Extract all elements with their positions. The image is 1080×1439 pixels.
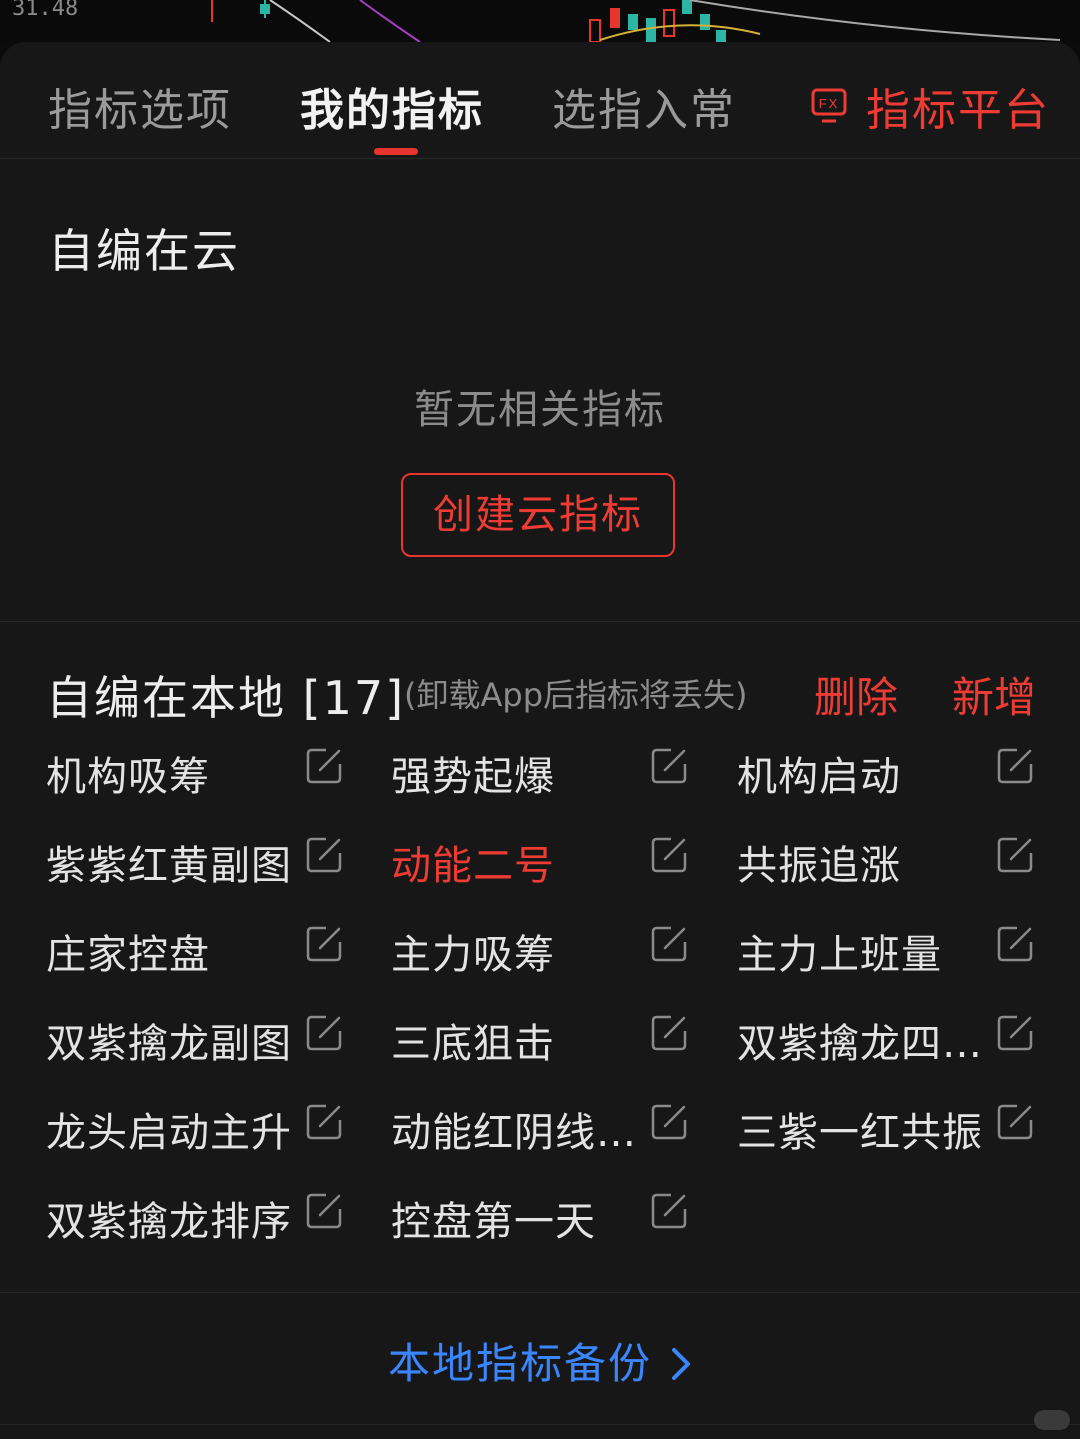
edit-icon[interactable] [995,746,1035,786]
indicator-name: 机构吸筹 [46,754,210,800]
indicator-item[interactable]: 双紫擒龙四… [737,999,1037,1069]
indicator-item[interactable]: 主力吸筹 [391,910,691,980]
indicator-platform-label: 指标平台 [866,85,1050,136]
indicator-item[interactable]: 控盘第一天 [391,1177,691,1247]
indicator-name: 强势起爆 [391,754,555,800]
edit-icon[interactable] [304,835,344,875]
indicator-name: 双紫擒龙四… [737,1021,983,1067]
watermark-badge [1034,1410,1070,1430]
edit-icon[interactable] [649,1191,689,1231]
price-axis-label: 31.48 [12,0,79,21]
edit-icon[interactable] [304,1191,344,1231]
edit-icon[interactable] [995,1102,1035,1142]
indicator-item[interactable]: 动能二号 [391,821,691,891]
indicator-item[interactable]: 动能红阴线… [391,1088,691,1158]
uninstall-warning-note: (卸载App后指标将丢失) [404,676,748,714]
indicator-item[interactable]: 强势起爆 [391,732,691,802]
delete-button[interactable]: 删除 [814,664,898,725]
indicator-item[interactable]: 三底狙击 [391,999,691,1069]
indicator-name: 主力上班量 [737,932,942,978]
indicator-name: 动能红阴线… [391,1110,637,1156]
edit-icon[interactable] [304,1013,344,1053]
indicator-panel: 指标选项 我的指标 选指入常 FX 指标平台 自编在云 暂无相关指标 创建云指标… [0,42,1080,1439]
indicator-name: 共振追涨 [737,843,901,889]
indicator-item[interactable]: 双紫擒龙排序 [46,1177,346,1247]
indicator-name: 三底狙击 [391,1021,555,1067]
edit-icon[interactable] [649,1013,689,1053]
indicator-item[interactable]: 机构吸筹 [46,732,346,802]
local-section-header: 自编在本地 [17] (卸载App后指标将丢失) 删除 新增 [0,662,1080,725]
indicator-name: 双紫擒龙排序 [46,1199,292,1245]
indicator-item[interactable]: 双紫擒龙副图 [46,999,346,1069]
edit-icon[interactable] [649,746,689,786]
indicator-name: 机构启动 [737,754,901,800]
svg-text:FX: FX [819,96,840,111]
indicator-name: 控盘第一天 [391,1199,596,1245]
empty-state-text: 暂无相关指标 [414,387,666,433]
add-button[interactable]: 新增 [952,664,1036,725]
edit-icon[interactable] [995,1013,1035,1053]
local-section-title: 自编在本地 [17] [46,671,406,725]
divider [0,1292,1080,1293]
indicator-item[interactable]: 龙头启动主升 [46,1088,346,1158]
tab-my-indicators[interactable]: 我的指标 [300,74,484,138]
divider [0,1424,1080,1425]
local-indicator-backup-link[interactable]: 本地指标备份 [0,1330,1080,1391]
indicator-name: 庄家控盘 [46,932,210,978]
edit-icon[interactable] [304,1102,344,1142]
indicator-item[interactable]: 紫紫红黄副图 [46,821,346,891]
edit-icon[interactable] [995,835,1035,875]
chevron-right-icon [670,1339,692,1388]
backup-label: 本地指标备份 [387,1339,652,1388]
indicator-item[interactable]: 机构启动 [737,732,1037,802]
indicator-item[interactable]: 主力上班量 [737,910,1037,980]
indicator-name: 三紫一红共振 [737,1110,983,1156]
indicator-name: 紫紫红黄副图 [46,843,292,889]
indicator-item[interactable]: 庄家控盘 [46,910,346,980]
indicator-item[interactable]: 共振追涨 [737,821,1037,891]
indicator-name: 主力吸筹 [391,932,555,978]
edit-icon[interactable] [304,924,344,964]
edit-icon[interactable] [649,1102,689,1142]
edit-icon[interactable] [304,746,344,786]
indicator-platform-link[interactable]: FX 指标平台 [810,74,1050,138]
indicator-name: 双紫擒龙副图 [46,1021,292,1067]
chart-strip: 31.48 [0,0,1080,44]
cloud-section-title: 自编在云 [48,224,240,278]
edit-icon[interactable] [649,835,689,875]
edit-icon[interactable] [649,924,689,964]
create-cloud-indicator-button[interactable]: 创建云指标 [401,473,675,557]
indicator-item[interactable]: 三紫一红共振 [737,1088,1037,1158]
tab-indicator-options[interactable]: 指标选项 [48,74,232,138]
indicator-name: 龙头启动主升 [46,1110,292,1156]
cloud-indicators-section: 自编在云 暂无相关指标 创建云指标 [0,159,1080,622]
edit-icon[interactable] [995,924,1035,964]
tab-bar: 指标选项 我的指标 选指入常 FX 指标平台 [0,42,1080,159]
active-tab-underline [374,148,418,155]
tab-select-into-common[interactable]: 选指入常 [552,74,736,138]
indicator-name: 动能二号 [391,843,555,889]
candlestick-chart-fragment [211,0,1061,43]
fx-screen-icon: FX [811,88,847,123]
